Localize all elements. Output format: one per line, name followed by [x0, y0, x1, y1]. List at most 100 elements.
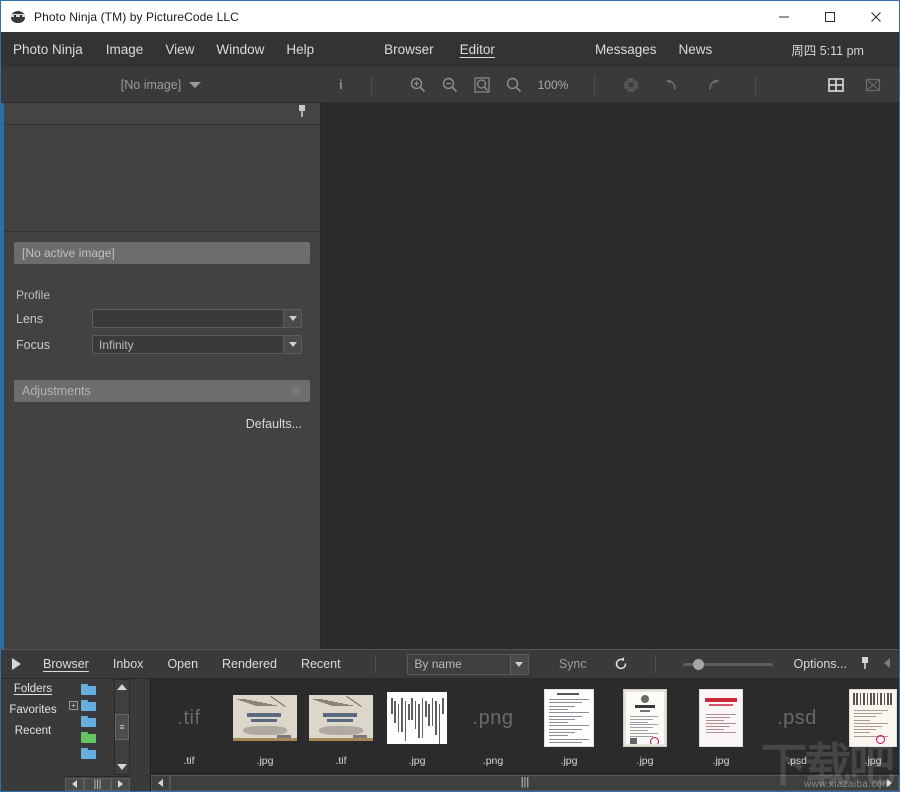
thumbnail-scroll-thumb[interactable]: |||: [170, 774, 880, 791]
browser-tab-open[interactable]: Open: [155, 649, 210, 679]
chevron-down-icon[interactable]: [189, 81, 202, 88]
thumbnail-item[interactable]: .jpg: [683, 683, 759, 773]
lens-combobox[interactable]: [92, 309, 302, 328]
thumbnail-image: [387, 692, 447, 744]
thumbnail-strip[interactable]: .tif .tif .jpg .tif .jpg .png .png .jpg .jpg .jpg…: [151, 679, 899, 773]
sort-combobox[interactable]: By name: [407, 653, 529, 675]
folder-tree-row[interactable]: [65, 729, 150, 745]
link-news[interactable]: News: [667, 32, 723, 67]
folder-icon[interactable]: [81, 731, 96, 743]
thumbnail-item[interactable]: .tif: [303, 683, 379, 773]
thumbnail-item[interactable]: .jpg: [531, 683, 607, 773]
thumbnail-item[interactable]: .jpg: [227, 683, 303, 773]
single-view-icon[interactable]: [860, 72, 886, 98]
folders-tab-folders[interactable]: Folders: [14, 683, 52, 695]
slider-track[interactable]: [683, 658, 774, 670]
thumbnail-item[interactable]: .tif .tif: [151, 683, 227, 773]
browser-bar-icons: [859, 656, 899, 673]
pan-icon[interactable]: [618, 72, 644, 98]
thumbnail-image-box: .tif: [177, 689, 200, 747]
thumbnail-item[interactable]: .psd .psd: [759, 683, 835, 773]
info-icon[interactable]: i: [321, 77, 361, 92]
menu-photo-ninja[interactable]: Photo Ninja: [1, 32, 95, 67]
image-selector-label[interactable]: [No image]: [121, 78, 181, 92]
link-messages[interactable]: Messages: [584, 32, 668, 67]
maximize-button[interactable]: [807, 1, 853, 32]
menu-window[interactable]: Window: [205, 32, 275, 67]
zoom-in-icon[interactable]: [405, 72, 431, 98]
triangle-left-icon[interactable]: [65, 777, 84, 791]
gear-icon[interactable]: [290, 384, 302, 399]
triangle-down-icon[interactable]: [115, 760, 129, 774]
folders-tab-favorites[interactable]: Favorites: [9, 704, 56, 716]
pin-icon[interactable]: [296, 104, 308, 123]
folder-tree-hscrollbar[interactable]: |||: [65, 776, 130, 791]
application-window: Photo Ninja (TM) by PictureCode LLC Phot…: [0, 0, 900, 792]
browser-tab-rendered[interactable]: Rendered: [210, 649, 289, 679]
thumbnail-filename: .jpg: [408, 755, 426, 767]
minimize-button[interactable]: [761, 1, 807, 32]
toolbar-divider-2: [594, 74, 596, 95]
folder-icon[interactable]: [81, 699, 96, 711]
zoom-level-label: 100%: [537, 77, 569, 92]
triangle-left-icon[interactable]: [151, 774, 170, 791]
chevron-down-icon[interactable]: [509, 654, 528, 674]
folders-tab-recent[interactable]: Recent: [15, 725, 51, 737]
zoom-fit-icon[interactable]: [469, 72, 495, 98]
defaults-button[interactable]: Defaults...: [246, 417, 302, 431]
pin-icon[interactable]: [859, 656, 871, 673]
folder-tree-row[interactable]: [65, 745, 150, 761]
thumbnail-item[interactable]: .jpg: [835, 683, 899, 773]
options-button[interactable]: Options...: [793, 657, 847, 671]
zoom-out-icon[interactable]: [437, 72, 463, 98]
browser-tab-inbox[interactable]: Inbox: [101, 649, 156, 679]
mode-editor[interactable]: Editor: [447, 32, 508, 67]
image-canvas[interactable]: [321, 103, 899, 649]
vscroll-thumb[interactable]: ≡: [115, 714, 129, 740]
slider-knob[interactable]: [693, 658, 705, 670]
thumbnail-filename: .tif: [335, 755, 347, 767]
thumbnail-item[interactable]: .jpg: [607, 683, 683, 773]
refresh-icon[interactable]: [613, 656, 629, 672]
ninja-icon: [10, 9, 26, 25]
browser-tab-recent[interactable]: Recent: [289, 649, 353, 679]
triangle-right-icon[interactable]: [12, 658, 21, 670]
close-button[interactable]: [853, 1, 899, 32]
menu-image[interactable]: Image: [95, 32, 155, 67]
thumbnail-item[interactable]: .png .png: [455, 683, 531, 773]
thumbnail-hscrollbar[interactable]: |||: [151, 773, 899, 791]
folder-icon[interactable]: [81, 747, 96, 759]
chevron-down-icon[interactable]: [283, 336, 301, 353]
hscroll-thumb[interactable]: |||: [84, 777, 111, 791]
adjustments-header[interactable]: Adjustments: [14, 380, 310, 402]
expand-folder-icon[interactable]: +: [69, 700, 78, 710]
mode-browser[interactable]: Browser: [371, 32, 447, 67]
sync-button[interactable]: Sync: [559, 657, 587, 671]
redo-icon[interactable]: [700, 72, 726, 98]
chevron-down-icon[interactable]: [283, 310, 301, 327]
grid-view-icon[interactable]: [823, 72, 849, 98]
zoom-actual-icon[interactable]: [501, 72, 527, 98]
triangle-up-icon[interactable]: [115, 680, 129, 694]
folder-tree-row[interactable]: [65, 713, 150, 729]
focus-combobox[interactable]: Infinity: [92, 335, 302, 354]
folder-icon[interactable]: [81, 683, 96, 695]
thumbnail-image-box: [387, 689, 447, 747]
folder-icon[interactable]: [81, 715, 96, 727]
triangle-left-icon[interactable]: [881, 656, 893, 673]
thumbnail-size-slider[interactable]: [683, 658, 774, 670]
folder-tree-vscrollbar[interactable]: ≡: [114, 679, 130, 775]
folder-tree[interactable]: + ≡ |||: [65, 679, 150, 791]
folder-tree-row[interactable]: +: [65, 697, 150, 713]
undo-icon[interactable]: [659, 72, 685, 98]
window-controls: [761, 1, 899, 32]
folder-tree-row[interactable]: [65, 681, 150, 697]
menu-view[interactable]: View: [154, 32, 205, 67]
triangle-right-icon[interactable]: [111, 777, 130, 791]
folder-tree-rows: +: [65, 679, 150, 776]
triangle-right-icon[interactable]: [880, 774, 899, 791]
thumbnail-item[interactable]: .jpg: [379, 683, 455, 773]
menu-help[interactable]: Help: [275, 32, 325, 67]
main-toolbar: [No image] i 100%: [1, 67, 899, 103]
browser-tab-browser[interactable]: Browser: [31, 649, 101, 679]
